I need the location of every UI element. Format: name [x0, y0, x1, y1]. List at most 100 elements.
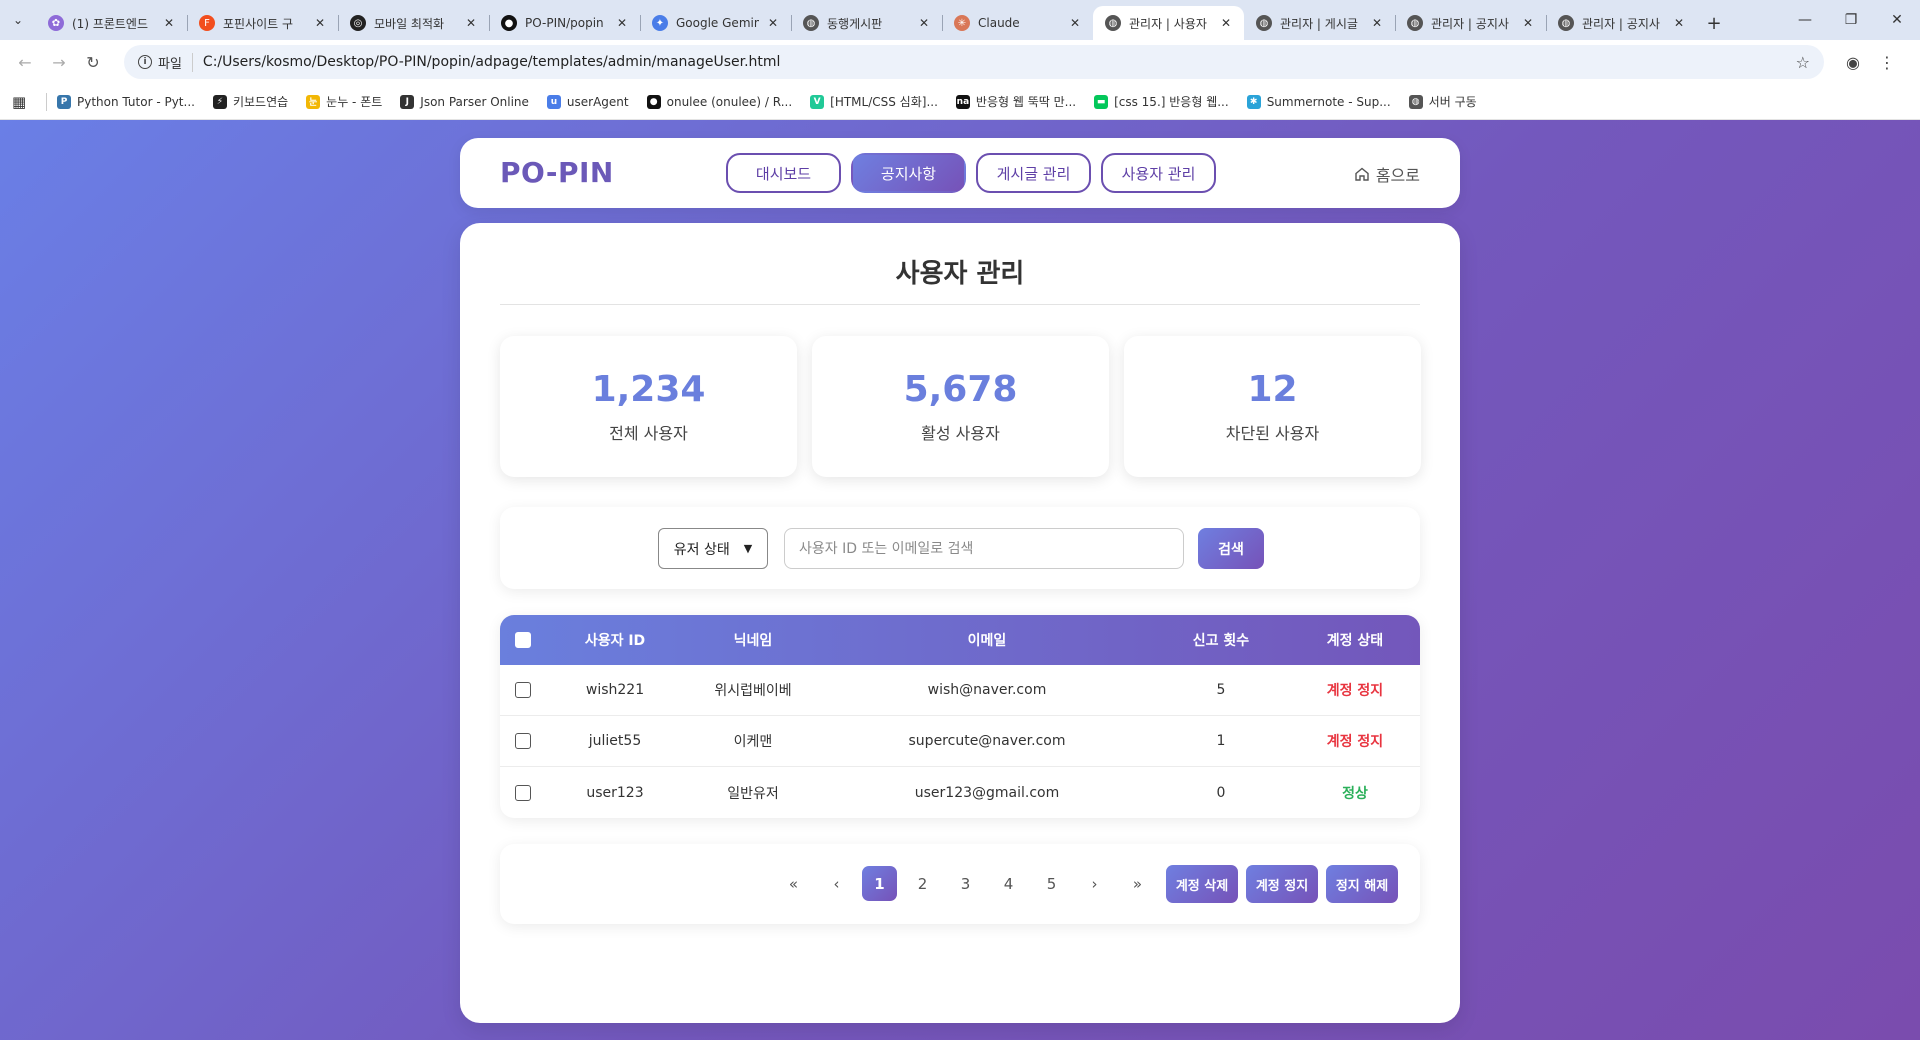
col-header-reports[interactable]: 신고 횟수	[1152, 630, 1290, 650]
address-bar[interactable]: i 파일 C:/Users/kosmo/Desktop/PO-PIN/popin…	[124, 45, 1824, 79]
browser-tab[interactable]: ✳ Claude ✕	[942, 6, 1093, 40]
browser-tab[interactable]: ● PO-PIN/popin ✕	[489, 6, 640, 40]
browser-tab[interactable]: ✦ Google Gemin ✕	[640, 6, 791, 40]
browser-tab[interactable]: ◍ 관리자 | 사용자 ✕	[1093, 6, 1244, 40]
page-button-1[interactable]: 1	[862, 866, 897, 901]
page-button-5[interactable]: 5	[1034, 866, 1069, 901]
next-page-button[interactable]: ›	[1077, 866, 1112, 901]
url-text[interactable]: C:/Users/kosmo/Desktop/PO-PIN/popin/adpa…	[203, 54, 1796, 70]
bookmarks-bar: ▦ P Python Tutor - Pyt... ⚡ 키보드연습 눈 눈누 - 폰트 J J…	[0, 84, 1920, 120]
page-button-4[interactable]: 4	[991, 866, 1026, 901]
tab-close-icon[interactable]: ✕	[916, 16, 932, 30]
select-all-checkbox[interactable]	[515, 632, 531, 648]
browser-tab[interactable]: ✿ (1) 프론트엔드 ✕	[36, 6, 187, 40]
window-controls: — ❐ ✕	[1782, 0, 1920, 40]
tab-close-icon[interactable]: ✕	[765, 16, 781, 30]
browser-menu-icon[interactable]: ⋮	[1870, 45, 1904, 79]
home-link[interactable]: 홈으로	[1354, 162, 1420, 186]
bookmark-item[interactable]: ✱ Summernote - Sup...	[1246, 94, 1391, 109]
reload-icon[interactable]: ↻	[76, 45, 110, 79]
prev-page-button[interactable]: ‹	[819, 866, 854, 901]
last-page-button[interactable]: »	[1120, 866, 1155, 901]
nav-post-management[interactable]: 게시글 관리	[976, 153, 1091, 193]
bookmark-item[interactable]: 눈 눈누 - 폰트	[306, 93, 382, 110]
tab-close-icon[interactable]: ✕	[161, 16, 177, 30]
bookmark-item[interactable]: u userAgent	[546, 94, 629, 109]
tab-title: 동행게시판	[827, 16, 883, 31]
tab-title: 관리자 | 게시글	[1280, 16, 1358, 31]
tab-close-icon[interactable]: ✕	[1369, 16, 1385, 30]
pagination: « ‹ 1 2 3 4 5 › »	[776, 866, 1155, 901]
tab-close-icon[interactable]: ✕	[1520, 16, 1536, 30]
cell-email: user123@gmail.com	[914, 784, 1060, 801]
nav-dashboard[interactable]: 대시보드	[726, 153, 841, 193]
table-row[interactable]: user123 일반유저 user123@gmail.com 0 정상	[500, 767, 1420, 818]
profile-icon[interactable]: ◉	[1836, 45, 1870, 79]
home-icon	[1355, 167, 1369, 181]
bookmark-item[interactable]: ◍ 서버 구동	[1408, 93, 1477, 110]
bookmark-item[interactable]: ⚡ 키보드연습	[212, 93, 289, 110]
site-logo[interactable]: PO-PIN	[500, 156, 614, 189]
browser-tab[interactable]: ◍ 관리자 | 공지사 ✕	[1546, 6, 1697, 40]
bookmark-label: Python Tutor - Pyt...	[77, 94, 195, 109]
page-button-2[interactable]: 2	[905, 866, 940, 901]
tab-close-icon[interactable]: ✕	[1067, 16, 1083, 30]
admin-header: PO-PIN 대시보드 공지사항 게시글 관리 사용자 관리 홈으로	[460, 138, 1460, 208]
tab-close-icon[interactable]: ✕	[1218, 16, 1234, 30]
nav-user-management[interactable]: 사용자 관리	[1101, 153, 1216, 193]
tab-search-chevron-icon[interactable]: ⌄	[0, 0, 36, 40]
tab-close-icon[interactable]: ✕	[463, 16, 479, 30]
delete-account-button[interactable]: 계정 삭제	[1166, 865, 1238, 903]
tab-close-icon[interactable]: ✕	[1671, 16, 1687, 30]
row-checkbox[interactable]	[515, 733, 531, 749]
tab-close-icon[interactable]: ✕	[312, 16, 328, 30]
bookmark-item[interactable]: na 반응형 웹 뚝딱 만...	[955, 93, 1076, 110]
info-icon[interactable]: i	[138, 55, 152, 69]
back-icon[interactable]: ←	[8, 45, 42, 79]
cell-user-id: wish221	[585, 682, 645, 698]
bookmark-item[interactable]: P Python Tutor - Pyt...	[57, 94, 195, 109]
home-link-label: 홈으로	[1375, 166, 1420, 185]
bookmark-item[interactable]: J Json Parser Online	[400, 94, 529, 109]
close-window-icon[interactable]: ✕	[1874, 0, 1920, 40]
first-page-button[interactable]: «	[776, 866, 811, 901]
user-status-select-value: 유저 상태	[673, 541, 730, 558]
minimize-icon[interactable]: —	[1782, 0, 1828, 40]
search-input[interactable]	[784, 528, 1184, 569]
user-table: 사용자 ID 닉네임 이메일 신고 횟수 계정 상태 wish221 위시럽베이…	[500, 615, 1420, 818]
browser-tab[interactable]: ◍ 관리자 | 게시글 ✕	[1244, 6, 1395, 40]
tab-favicon-icon: ✿	[48, 15, 64, 31]
table-row[interactable]: juliet55 이케맨 supercute@naver.com 1 계정 정지	[500, 716, 1420, 767]
col-header-nickname[interactable]: 닉네임	[684, 630, 822, 650]
nav-notices[interactable]: 공지사항	[851, 153, 966, 193]
search-button[interactable]: 검색	[1198, 528, 1264, 569]
browser-tab[interactable]: ◍ 동행게시판 ✕	[791, 6, 942, 40]
row-checkbox[interactable]	[515, 784, 531, 801]
bookmark-item[interactable]: V [HTML/CSS 심화]...	[810, 93, 938, 110]
browser-tab[interactable]: ◎ 모바일 최적화 ✕	[338, 6, 489, 40]
user-status-select[interactable]: 유저 상태 ▼	[658, 528, 768, 569]
bookmark-label: 키보드연습	[232, 95, 289, 109]
bookmark-item[interactable]: ▬ [css 15.] 반응형 웹...	[1094, 93, 1229, 110]
bookmark-favicon-icon: ●	[646, 94, 661, 109]
col-header-status[interactable]: 계정 상태	[1290, 630, 1420, 650]
scheme-label: 파일	[158, 52, 193, 72]
unsuspend-account-button[interactable]: 정지 해제	[1326, 865, 1398, 903]
apps-grid-icon[interactable]: ▦	[12, 93, 38, 111]
tab-close-icon[interactable]: ✕	[614, 16, 630, 30]
browser-tab[interactable]: F 포핀사이트 구 ✕	[187, 6, 338, 40]
col-header-email[interactable]: 이메일	[822, 630, 1152, 650]
stat-card-total: 1,234 전체 사용자	[500, 336, 797, 477]
col-header-id[interactable]: 사용자 ID	[546, 630, 684, 650]
bookmark-item[interactable]: ● onulee (onulee) / R...	[646, 94, 792, 109]
browser-tab[interactable]: ◍ 관리자 | 공지사 ✕	[1395, 6, 1546, 40]
table-row[interactable]: wish221 위시럽베이베 wish@naver.com 5 계정 정지	[500, 665, 1420, 716]
table-header: 사용자 ID 닉네임 이메일 신고 횟수 계정 상태	[500, 615, 1420, 665]
bookmark-star-icon[interactable]: ☆	[1796, 53, 1810, 72]
restore-icon[interactable]: ❐	[1828, 0, 1874, 40]
suspend-account-button[interactable]: 계정 정지	[1246, 865, 1318, 903]
forward-icon[interactable]: →	[42, 45, 76, 79]
row-checkbox[interactable]	[515, 682, 531, 698]
new-tab-button[interactable]: +	[1697, 6, 1731, 40]
page-button-3[interactable]: 3	[948, 866, 983, 901]
